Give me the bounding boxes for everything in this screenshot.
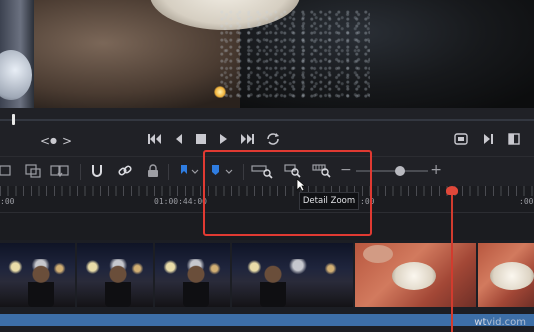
watermark-part-1: wt (474, 317, 487, 328)
fullscreen-icon[interactable] (508, 133, 520, 145)
loop-icon[interactable] (266, 132, 280, 146)
skip-to-end-icon[interactable] (240, 133, 254, 145)
stop-icon[interactable] (196, 134, 206, 144)
video-track (0, 240, 534, 332)
link-icon[interactable] (117, 163, 135, 179)
video-editor: < ● > − +:00 01:00:44:00:00:00 Detail… (0, 0, 534, 332)
video-clip-thumbnail[interactable] (154, 243, 231, 307)
transport-controls: < ● > (0, 108, 534, 156)
audio-track[interactable] (0, 314, 534, 326)
watermark-part-2: vid.com (486, 317, 526, 328)
video-clip-thumbnail[interactable] (355, 243, 477, 307)
viewer-prev-button[interactable]: < (40, 134, 50, 148)
timecode-label: :00 (0, 197, 15, 206)
snapping-icon[interactable] (89, 163, 107, 179)
timecode-label: 01:00:44:00 (154, 197, 207, 206)
viewer-texture (220, 10, 370, 100)
video-clip-thumbnail[interactable] (232, 243, 354, 307)
select-mode-icon[interactable] (0, 163, 18, 179)
zoom-in-icon[interactable]: + (430, 162, 442, 178)
overwrite-clip-icon[interactable] (24, 163, 42, 179)
playhead-handle[interactable] (446, 186, 458, 195)
video-clip-thumbnail[interactable] (77, 243, 153, 307)
clip-strip (0, 243, 534, 307)
skip-to-start-icon[interactable] (148, 133, 162, 145)
flag-icon[interactable] (180, 163, 199, 179)
viewer-next-button[interactable]: > (62, 134, 72, 148)
step-back-icon[interactable] (175, 133, 183, 145)
scrubber[interactable] (0, 114, 534, 125)
scrubber-track[interactable] (0, 119, 534, 121)
viewer-preview (0, 0, 534, 108)
viewer-light-spot (214, 86, 226, 98)
play-icon[interactable] (219, 133, 228, 145)
toolbar-divider (168, 164, 169, 180)
toolbar-divider (80, 164, 81, 180)
video-clip-thumbnail[interactable] (478, 243, 534, 307)
lock-icon[interactable] (146, 163, 164, 179)
detail-zoom-tooltip: Detail Zoom (299, 192, 359, 210)
mouse-cursor-icon (296, 178, 306, 192)
viewer-dot-icon: ● (50, 136, 57, 145)
match-frame-icon[interactable] (454, 133, 468, 145)
playhead-line[interactable] (451, 192, 453, 332)
scrubber-handle[interactable] (12, 114, 15, 125)
video-clip-thumbnail[interactable] (0, 243, 76, 307)
zoom-slider-handle[interactable] (395, 166, 405, 176)
timecode-label: :00 (519, 197, 534, 206)
watermark: wtvid.com (474, 317, 526, 328)
replace-clip-icon[interactable] (50, 163, 69, 179)
next-edit-icon[interactable] (483, 133, 493, 145)
